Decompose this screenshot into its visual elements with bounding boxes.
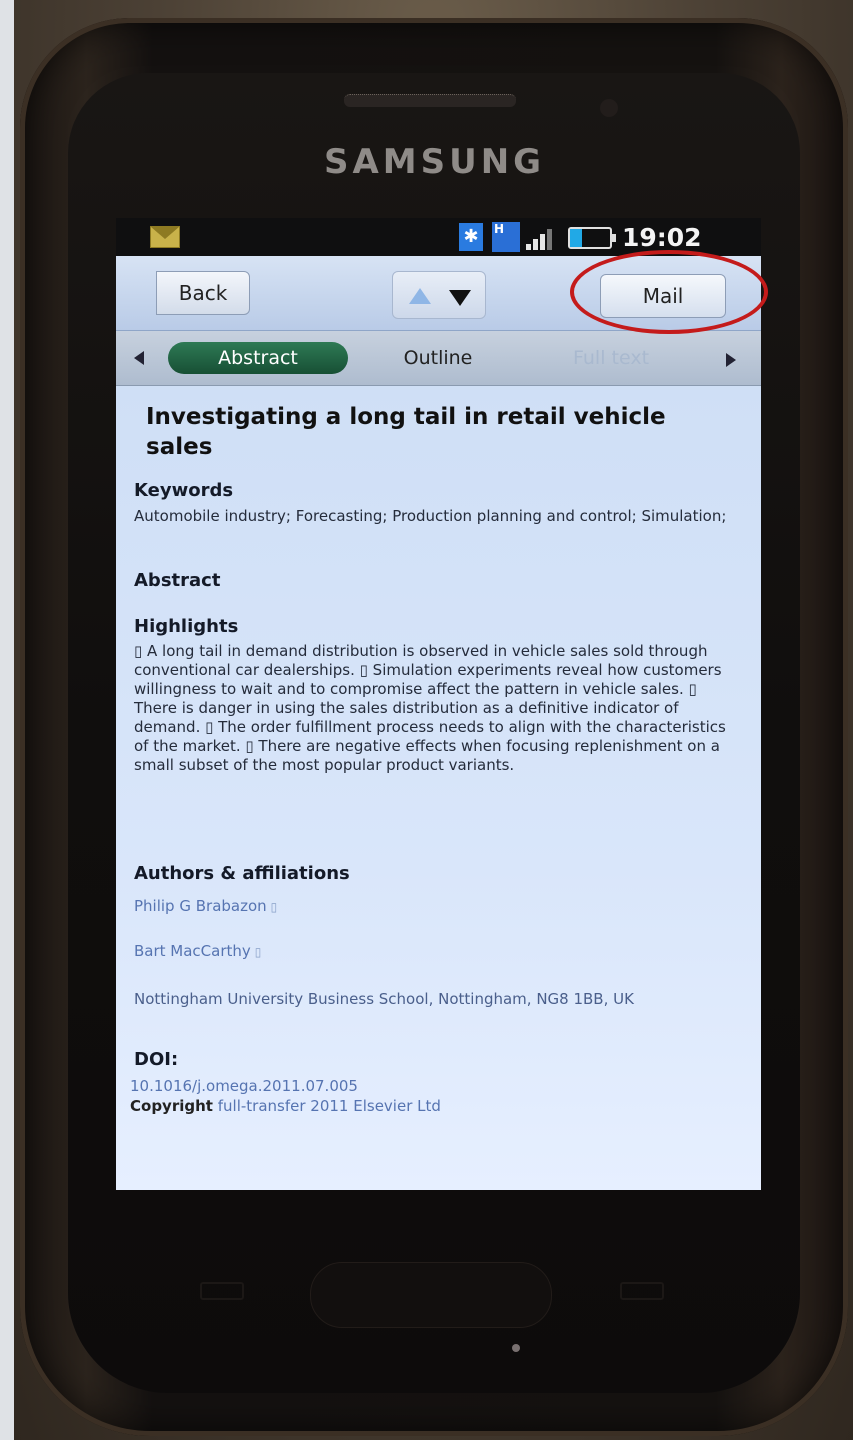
tab-scroll-left-icon[interactable]: [134, 351, 144, 365]
tab-full-text[interactable]: Full text: [526, 342, 696, 374]
author-name[interactable]: Bart MacCarthy: [134, 942, 251, 960]
keywords-heading: Keywords: [134, 480, 234, 501]
copyright-label: Copyright: [130, 1097, 213, 1115]
author-info-icon[interactable]: ▯: [255, 945, 262, 959]
tab-scroll-right-icon[interactable]: [726, 353, 736, 367]
hardware-back-key[interactable]: [620, 1282, 664, 1300]
keywords-text: Automobile industry; Forecasting; Produc…: [134, 507, 727, 525]
author-name[interactable]: Philip G Brabazon: [134, 897, 267, 915]
home-key[interactable]: [310, 1262, 552, 1328]
front-camera: [600, 99, 618, 117]
article-title: Investigating a long tail in retail vehi…: [146, 404, 666, 460]
hsdpa-network-icon: H: [492, 222, 520, 252]
highlights-heading: Highlights: [134, 616, 239, 637]
tab-abstract[interactable]: Abstract: [168, 342, 348, 374]
left-edge-strip: [0, 0, 14, 1440]
article-navigation: [392, 271, 486, 319]
abstract-heading: Abstract: [134, 570, 221, 591]
author-link[interactable]: Bart MacCarthy ▯: [134, 942, 261, 960]
menu-key[interactable]: [200, 1282, 244, 1300]
affiliation-text: Nottingham University Business School, N…: [134, 990, 634, 1008]
highlights-text: ▯ A long tail in demand distribution is …: [134, 642, 726, 774]
doi-link[interactable]: 10.1016/j.omega.2011.07.005: [130, 1077, 358, 1095]
mail-notification-icon[interactable]: [150, 226, 180, 248]
back-button[interactable]: Back: [156, 271, 250, 315]
status-time: 19:02: [622, 223, 702, 252]
phone-screen: ✱ H 19:02 Back Mail Abstract Outline Ful…: [116, 218, 761, 1190]
bluetooth-icon: ✱: [459, 223, 483, 251]
authors-heading: Authors & affiliations: [134, 863, 350, 884]
copyright-text: full-transfer 2011 Elsevier Ltd: [217, 1097, 441, 1115]
author-info-icon[interactable]: ▯: [271, 900, 278, 914]
microphone: [512, 1344, 520, 1352]
tab-outline[interactable]: Outline: [360, 342, 516, 374]
copyright-line: Copyright full-transfer 2011 Elsevier Lt…: [130, 1097, 441, 1115]
section-tab-bar: Abstract Outline Full text: [116, 331, 761, 386]
doi-heading: DOI:: [134, 1049, 179, 1070]
earpiece-speaker: [344, 94, 516, 107]
next-article-arrow-icon[interactable]: [449, 290, 471, 306]
article-content: Investigating a long tail in retail vehi…: [116, 386, 761, 1190]
device-brand-logo: SAMSUNG: [324, 142, 546, 182]
mail-highlight-annotation: [570, 250, 768, 334]
author-link[interactable]: Philip G Brabazon ▯: [134, 897, 277, 915]
previous-article-arrow-icon[interactable]: [409, 288, 431, 304]
battery-icon: [568, 227, 616, 249]
signal-strength-icon: [526, 226, 560, 250]
